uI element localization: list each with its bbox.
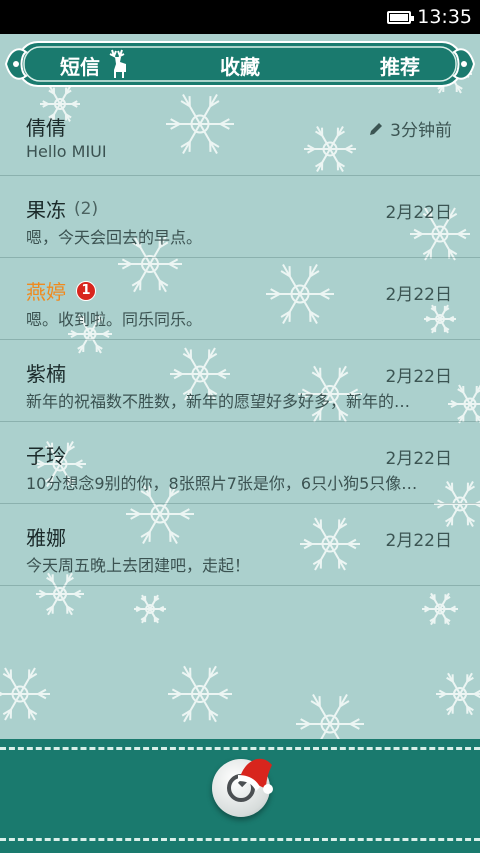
message-time: 2月22日 [385, 285, 452, 305]
tab-recommend[interactable]: 推荐 [380, 50, 420, 80]
message-time: 2月22日 [385, 203, 452, 223]
contact-name: 子玲 [26, 444, 66, 468]
tab-sms[interactable]: 短信 [60, 50, 100, 80]
conversation-item[interactable]: 子玲 2月22日 10分想念9别的你，8张照片7张是你，6只小狗5只像… [0, 422, 480, 504]
unread-badge: 1 [76, 280, 96, 301]
tab-bar: 短信 收藏 推荐 [4, 36, 476, 92]
message-snippet: 今天周五晚上去团建吧，走起！ [26, 556, 251, 575]
message-time: 2月22日 [385, 367, 452, 387]
contact-name: 紫楠 [26, 362, 66, 386]
battery-icon [387, 10, 415, 24]
message-count: (2) [74, 198, 99, 219]
conversation-list: 倩倩 3分钟前 Hello MIUI 果冻 (2) 2月22日 嗯，今天会回去的… [0, 94, 480, 586]
reindeer-icon [109, 49, 126, 78]
message-snippet: 嗯。收到啦。同乐同乐。 [26, 310, 203, 329]
contact-name: 雅娜 [26, 526, 66, 550]
pencil-icon [370, 122, 383, 135]
message-snippet: 10分想念9别的你，8张照片7张是你，6只小狗5只像… [26, 474, 418, 493]
message-time: 2月22日 [385, 531, 452, 551]
santa-hat-icon [238, 758, 273, 794]
message-snippet: Hello MIUI [26, 142, 107, 161]
contact-name: 倩倩 [26, 116, 66, 140]
conversation-item[interactable]: 雅娜 2月22日 今天周五晚上去团建吧，走起！ [0, 504, 480, 586]
tab-favorites[interactable]: 收藏 [220, 50, 260, 80]
conversation-item[interactable]: 紫楠 2月22日 新年的祝福数不胜数，新年的愿望好多好多，新年的… [0, 340, 480, 422]
conversation-item[interactable]: 果冻 (2) 2月22日 嗯，今天会回去的早点。 [0, 176, 480, 258]
message-time: 2月22日 [385, 449, 452, 469]
conversation-item[interactable]: 倩倩 3分钟前 Hello MIUI [0, 94, 480, 176]
stitch-divider [0, 747, 480, 750]
message-snippet: 新年的祝福数不胜数，新年的愿望好多好多，新年的… [26, 392, 411, 411]
status-time: 13:35 [417, 6, 472, 28]
message-snippet: 嗯，今天会回去的早点。 [26, 228, 203, 247]
stitch-divider [0, 838, 480, 841]
status-bar: 13:35 [0, 0, 480, 34]
conversation-item[interactable]: 燕婷 1 2月22日 嗯。收到啦。同乐同乐。 [0, 258, 480, 340]
bottom-bar [0, 739, 480, 853]
message-time: 3分钟前 [368, 116, 452, 141]
contact-name: 燕婷 1 [26, 276, 96, 305]
contact-name: 果冻 (2) [26, 198, 99, 222]
